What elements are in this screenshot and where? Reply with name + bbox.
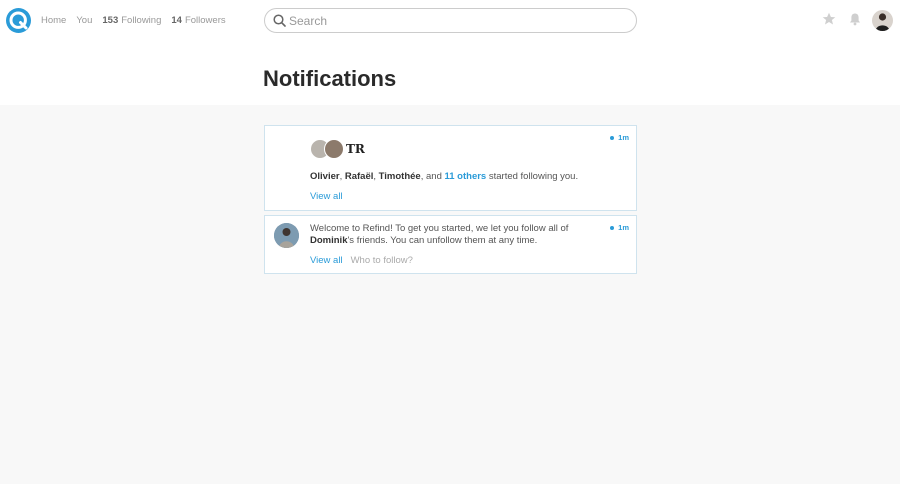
search-box [264,8,637,33]
unread-dot-icon [610,135,615,140]
notification-card-welcome: 1m Welcome to Refind! To get you started… [264,215,637,274]
star-icon[interactable] [822,12,836,26]
bell-icon[interactable] [848,12,862,26]
nav-you-link[interactable]: You [76,15,92,26]
top-bar: Home You 153Following 14Followers Notifi… [0,0,900,105]
search-icon [273,14,286,27]
view-all-link[interactable]: View all [310,191,343,202]
message-text: Welcome to Refind! To get you started, w… [310,223,569,234]
time-label: 1m [618,223,629,232]
following-count: 153 [102,15,119,26]
others-link[interactable]: 11 others [445,171,487,182]
view-all-link[interactable]: View all [310,255,343,266]
user-name-link[interactable]: Rafaël [345,171,374,182]
who-to-follow-link[interactable]: Who to follow? [351,255,413,266]
followers-count: 14 [171,15,182,26]
notification-message: Olivier, Rafaël, Timothée, and 11 others… [310,171,578,183]
search-input[interactable] [289,12,619,30]
followers-label: Followers [184,15,226,26]
avatar-stack: TR [310,139,365,159]
user-name-link[interactable]: Timothée [379,171,421,182]
avatar[interactable] [324,139,344,159]
notification-message: Welcome to Refind! To get you started, w… [310,223,580,247]
refind-logo-icon[interactable] [6,8,31,33]
avatar[interactable] [274,223,299,248]
separator: , and [420,171,445,182]
main-nav: Home You 153 Following 14 Followers [41,15,226,26]
user-name-link[interactable]: Dominik [310,235,347,246]
notification-actions: View all Who to follow? [310,255,413,266]
nav-following-link[interactable]: 153 Following [102,15,161,26]
avatar-initials[interactable]: TR [346,142,365,156]
user-avatar[interactable] [872,10,893,31]
message-text: 's friends. You can unfollow them at any… [347,235,538,246]
notification-time: 1m [610,223,629,232]
following-label: Following [121,15,162,26]
notification-actions: View all [310,191,343,202]
nav-home-link[interactable]: Home [41,15,66,26]
notification-card-followers: 1m TR Olivier, Rafaël, Timothée, and 11 … [264,125,637,211]
user-name-link[interactable]: Olivier [310,171,340,182]
unread-dot-icon [610,225,615,230]
page-title: Notifications [263,66,397,91]
time-label: 1m [618,133,629,142]
nav-followers-link[interactable]: 14 Followers [171,15,225,26]
person-icon [274,223,299,248]
person-icon [875,13,890,31]
message-tail: started following you. [486,171,579,182]
notification-time: 1m [610,133,629,142]
